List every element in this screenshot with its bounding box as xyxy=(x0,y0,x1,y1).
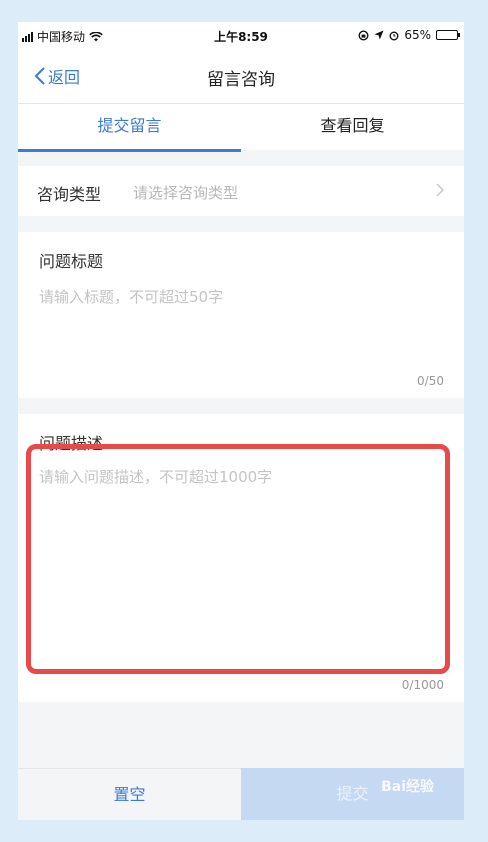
question-description-section: 问题描述 0/1000 xyxy=(18,414,464,702)
tab-submit-message[interactable]: 提交留言 xyxy=(18,104,241,152)
battery-percent: 65% xyxy=(404,28,431,42)
question-description-input[interactable] xyxy=(39,466,444,656)
battery-icon xyxy=(436,30,460,40)
tab-bar: 提交留言 查看回复 xyxy=(18,104,464,152)
title-char-counter: 0/50 xyxy=(417,374,444,388)
status-bar: 中国移动 上午8:59 65% xyxy=(18,22,464,48)
consult-type-placeholder: 请选择咨询类型 xyxy=(133,184,239,202)
clear-button[interactable]: 置空 xyxy=(18,768,241,820)
consult-type-label: 咨询类型 xyxy=(37,185,102,204)
navigation-bar: 返回 留言咨询 xyxy=(18,48,464,104)
chevron-right-icon xyxy=(436,183,444,197)
baidu-watermark-logo: Bai经验 xyxy=(381,779,434,795)
tab-view-replies[interactable]: 查看回复 xyxy=(241,104,464,150)
question-description-label: 问题描述 xyxy=(39,434,104,453)
description-char-counter: 0/1000 xyxy=(401,678,444,692)
question-title-section: 问题标题 0/50 xyxy=(18,232,464,398)
question-title-label: 问题标题 xyxy=(39,252,104,271)
question-title-input[interactable] xyxy=(39,284,444,310)
page-title: 留言咨询 xyxy=(207,70,275,90)
status-right: 65% xyxy=(358,28,460,42)
orientation-lock-icon xyxy=(358,29,369,41)
phone-screen: 中国移动 上午8:59 65% 返回 留言咨询 提交留言 查看回复 咨询类型 请… xyxy=(18,22,464,820)
location-icon xyxy=(374,30,384,40)
consult-type-selector[interactable]: 咨询类型 请选择咨询类型 xyxy=(18,166,464,216)
alarm-icon xyxy=(389,31,399,40)
